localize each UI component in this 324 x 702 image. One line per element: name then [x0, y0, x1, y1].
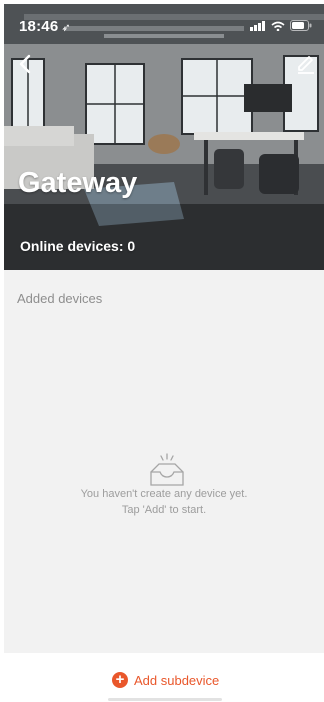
home-indicator	[108, 698, 222, 701]
empty-inbox-icon	[150, 453, 184, 486]
empty-state-message: You haven't create any device yet.	[80, 488, 248, 500]
status-bar: 18:46 ➶	[4, 4, 324, 44]
location-arrow-icon: ➶	[61, 22, 71, 34]
status-time: 18:46 ➶	[19, 18, 71, 35]
add-subdevice-label: Add subdevice	[134, 672, 220, 688]
wifi-icon	[271, 21, 285, 31]
system-icons	[250, 20, 312, 31]
gateway-hero: 18:46 ➶ Gateway Online devices: 0	[4, 4, 324, 270]
online-devices-count: Online devices: 0	[20, 238, 136, 254]
battery-icon	[290, 20, 312, 31]
section-title: Added devices	[17, 291, 103, 306]
edit-button[interactable]	[294, 52, 318, 76]
added-devices-panel: Added devices You haven't create any dev…	[4, 270, 324, 653]
plus-circle-icon: +	[112, 672, 128, 688]
gateway-title: Gateway	[18, 167, 138, 199]
back-button[interactable]	[14, 52, 38, 76]
signal-icon	[250, 20, 265, 31]
add-subdevice-button[interactable]: + Add subdevice	[112, 670, 219, 690]
empty-state-hint: Tap 'Add' to start.	[121, 504, 207, 516]
